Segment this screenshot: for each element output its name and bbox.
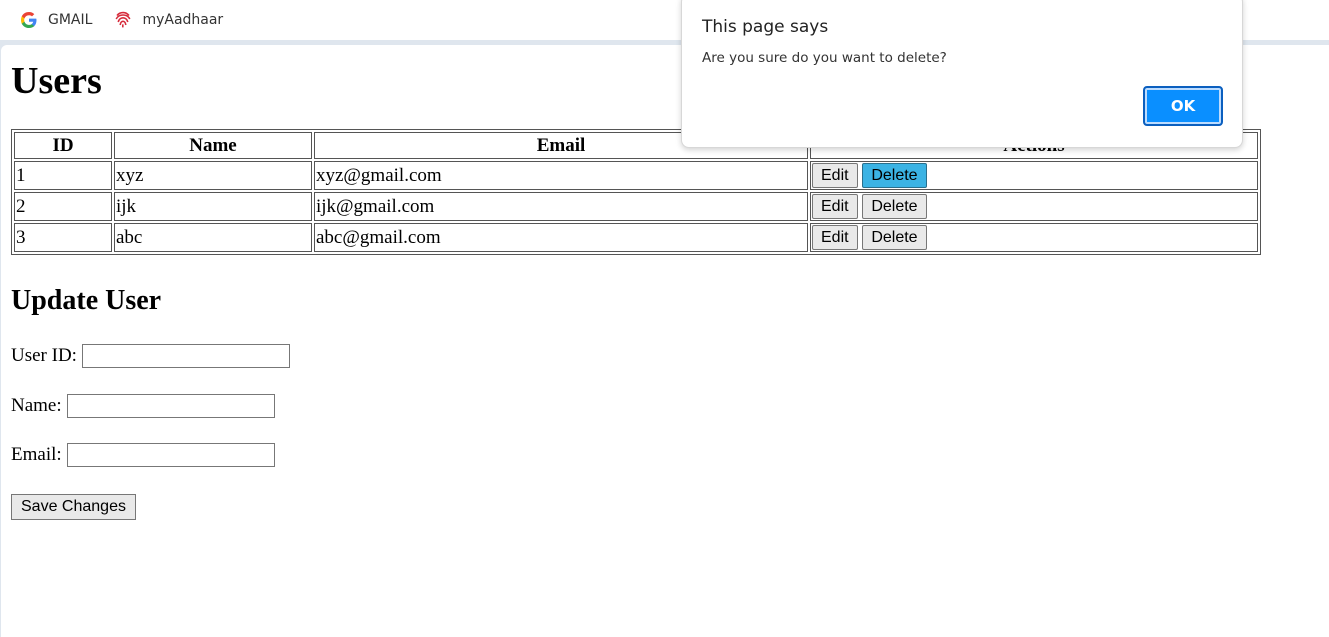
cell-id: 2 [14, 192, 112, 221]
email-row: Email: [11, 443, 275, 467]
name-input[interactable] [66, 394, 275, 418]
name-row: Name: [11, 394, 275, 418]
cell-id: 1 [14, 161, 112, 190]
save-changes-button[interactable]: Save Changes [11, 494, 136, 520]
cell-email: abc@gmail.com [314, 223, 808, 252]
table-row: 1 xyz xyz@gmail.com Edit Delete [14, 161, 1258, 190]
name-label: Name: [11, 395, 62, 416]
delete-button[interactable]: Delete [862, 163, 927, 188]
bookmark-label: myAadhaar [142, 12, 224, 28]
edit-button[interactable]: Edit [812, 163, 858, 188]
table-row: 3 abc abc@gmail.com Edit Delete [14, 223, 1258, 252]
email-label: Email: [11, 444, 62, 465]
user-id-row: User ID: [11, 344, 290, 368]
bookmark-myaadhaar[interactable]: myAadhaar [114, 11, 223, 29]
user-id-input[interactable] [81, 344, 290, 368]
cell-email: xyz@gmail.com [314, 161, 808, 190]
ok-button[interactable]: OK [1143, 86, 1223, 126]
cell-actions: Edit Delete [810, 192, 1258, 221]
cell-actions: Edit Delete [810, 223, 1258, 252]
email-input[interactable] [66, 443, 275, 467]
update-user-heading: Update User [11, 285, 162, 316]
delete-button[interactable]: Delete [862, 194, 927, 219]
delete-button[interactable]: Delete [862, 225, 927, 250]
cell-id: 3 [14, 223, 112, 252]
bookmark-gmail[interactable]: GMAIL [20, 11, 92, 29]
cell-email: ijk@gmail.com [314, 192, 808, 221]
edit-button[interactable]: Edit [812, 225, 858, 250]
google-icon [20, 11, 38, 29]
confirm-dialog: This page says Are you sure do you want … [681, 0, 1243, 148]
fingerprint-icon [114, 11, 132, 29]
table-row: 2 ijk ijk@gmail.com Edit Delete [14, 192, 1258, 221]
cell-name: ijk [114, 192, 312, 221]
dialog-message: Are you sure do you want to delete? [702, 50, 947, 66]
column-header-id: ID [14, 132, 112, 159]
cell-name: xyz [114, 161, 312, 190]
dialog-title: This page says [702, 17, 829, 37]
page-title: Users [11, 60, 102, 102]
edit-button[interactable]: Edit [812, 194, 858, 219]
cell-actions: Edit Delete [810, 161, 1258, 190]
cell-name: abc [114, 223, 312, 252]
bookmark-label: GMAIL [48, 12, 93, 28]
user-id-label: User ID: [11, 345, 77, 366]
column-header-name: Name [114, 132, 312, 159]
